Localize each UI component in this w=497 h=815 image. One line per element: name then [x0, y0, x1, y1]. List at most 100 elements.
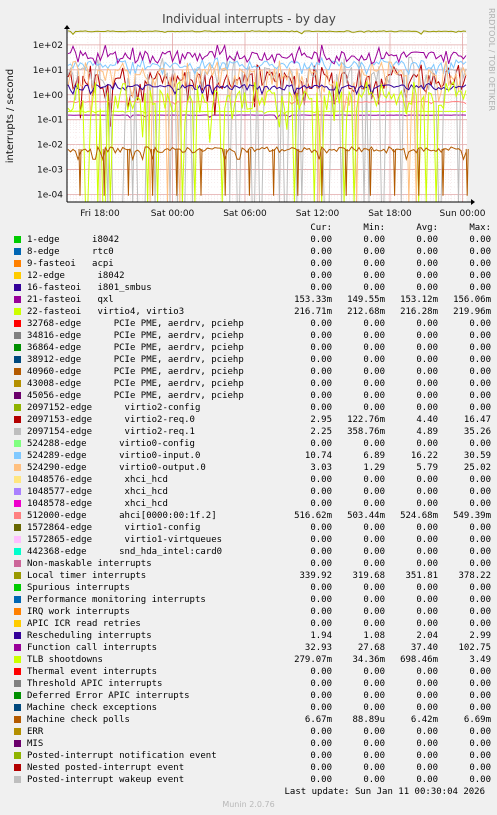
value-min: 0.00	[363, 331, 385, 341]
legend-swatch	[14, 392, 21, 399]
value-avg: 0.00	[416, 619, 438, 629]
legend-table: Cur: Min: Avg: Max: 1-edge i8042 0.00 0.00…	[12, 222, 492, 786]
value-min: 0.00	[363, 667, 385, 677]
value-min: 1.08	[363, 631, 385, 641]
value-max: 0.00	[469, 379, 491, 389]
value-avg: 0.00	[416, 559, 438, 569]
legend-row: 1572865-edge virtio1-virtqueues 0.00 0.00 0…	[12, 534, 492, 546]
value-min: 0.00	[363, 403, 385, 413]
value-cur: 0.00	[310, 367, 332, 377]
legend-row: 9-fasteoi acpi 0.00 0.00 0.00 0.00	[12, 258, 492, 270]
value-cur: 0.00	[310, 235, 332, 245]
value-avg: 0.00	[416, 439, 438, 449]
legend-label: Thermal event interrupts	[27, 667, 158, 677]
legend-swatch	[14, 404, 21, 411]
legend-swatch	[14, 356, 21, 363]
value-cur: 0.00	[310, 403, 332, 413]
legend-row: Function call interrupts 32.93 27.68 37.40 1…	[12, 642, 492, 654]
value-avg: 16.22	[410, 451, 438, 461]
value-max: 0.00	[469, 283, 491, 293]
value-max: 30.59	[463, 451, 491, 461]
legend-label: 9-fasteoi acpi	[27, 259, 114, 269]
legend-row: 43008-edge PCIe PME, aerdrv, pciehp 0.00 0…	[12, 378, 492, 390]
legend-row: 38912-edge PCIe PME, aerdrv, pciehp 0.00 0…	[12, 354, 492, 366]
value-cur: 0.00	[310, 331, 332, 341]
value-min: 0.00	[363, 739, 385, 749]
value-avg: 0.00	[416, 595, 438, 605]
legend-row: Nested posted-interrupt event 0.00 0.00 0.0…	[12, 762, 492, 774]
legend-row: Performance monitoring interrupts 0.00 0.0…	[12, 594, 492, 606]
value-cur: 0.00	[310, 283, 332, 293]
legend-label: MIS	[27, 739, 44, 749]
value-cur: 0.00	[310, 703, 332, 713]
value-cur: 0.00	[310, 499, 332, 509]
value-max: 25.02	[463, 463, 491, 473]
legend-row: Rescheduling interrupts 1.94 1.08 2.04 2.99	[12, 630, 492, 642]
value-min: 503.44m	[347, 511, 385, 521]
value-max: 0.00	[469, 343, 491, 353]
value-max: 0.00	[469, 535, 491, 545]
value-cur: 0.00	[310, 751, 332, 761]
value-min: 0.00	[363, 607, 385, 617]
value-avg: 0.00	[416, 727, 438, 737]
legend-swatch	[14, 428, 21, 435]
legend-label: 1048577-edge xhci_hcd	[27, 487, 168, 497]
value-max: 549.39m	[453, 511, 491, 521]
value-min: 0.00	[363, 475, 385, 485]
value-min: 0.00	[363, 583, 385, 593]
legend-swatch	[14, 728, 21, 735]
value-avg: 4.40	[416, 415, 438, 425]
value-min: 0.00	[363, 751, 385, 761]
legend-swatch	[14, 236, 21, 243]
legend-swatch	[14, 656, 21, 663]
legend-swatch	[14, 632, 21, 639]
value-avg: 0.00	[416, 283, 438, 293]
value-max: 0.00	[469, 271, 491, 281]
y-tick-label: 1e+02	[33, 41, 63, 51]
value-min: 0.00	[363, 379, 385, 389]
legend-label: 12-edge i8042	[27, 271, 125, 281]
x-tick-label: Sat 00:00	[151, 209, 195, 219]
legend-swatch	[14, 584, 21, 591]
value-min: 0.00	[363, 763, 385, 773]
legend-swatch	[14, 764, 21, 771]
legend-swatch	[14, 344, 21, 351]
legend-row: 524289-edge virtio0-input.0 10.74 6.89 16.2…	[12, 450, 492, 462]
legend-row: ERR 0.00 0.00 0.00 0.00	[12, 726, 492, 738]
legend-label: 36864-edge PCIe PME, aerdrv, pciehp	[27, 343, 244, 353]
value-min: 122.76m	[347, 415, 385, 425]
y-tick-label: 1e-04	[37, 190, 63, 200]
value-max: 0.00	[469, 487, 491, 497]
value-min: 0.00	[363, 619, 385, 629]
legend-row: Machine check polls 6.67m 88.89u 6.42m 6.69m	[12, 714, 492, 726]
legend-row: 40960-edge PCIe PME, aerdrv, pciehp 0.00 0…	[12, 366, 492, 378]
value-cur: 0.00	[310, 583, 332, 593]
value-cur: 0.00	[310, 547, 332, 557]
value-avg: 216.28m	[400, 307, 438, 317]
legend-swatch	[14, 488, 21, 495]
legend-swatch	[14, 548, 21, 555]
value-max: 0.00	[469, 679, 491, 689]
value-avg: 0.00	[416, 667, 438, 677]
legend-label: 524288-edge virtio0-config	[27, 439, 195, 449]
value-max: 0.00	[469, 751, 491, 761]
legend-swatch	[14, 380, 21, 387]
value-cur: 0.00	[310, 535, 332, 545]
value-cur: 32.93	[304, 643, 332, 653]
legend-swatch	[14, 320, 21, 327]
value-avg: 524.68m	[400, 511, 438, 521]
col-cur: Cur:	[310, 223, 332, 233]
y-tick-label: 1e-01	[37, 116, 63, 126]
y-tick-label: 1e-02	[37, 141, 63, 151]
value-max: 0.00	[469, 727, 491, 737]
legend-label: 2097154-edge virtio2-req.1	[27, 427, 195, 437]
value-max: 6.69m	[463, 715, 491, 725]
legend-row: 2097153-edge virtio2-req.0 2.95 122.76m 4.4…	[12, 414, 492, 426]
legend-label: Non-maskable interrupts	[27, 559, 152, 569]
legend-swatch	[14, 524, 21, 531]
value-min: 27.68	[357, 643, 385, 653]
legend-row: MIS 0.00 0.00 0.00 0.00	[12, 738, 492, 750]
value-cur: 216.71m	[294, 307, 332, 317]
value-max: 0.00	[469, 475, 491, 485]
value-min: 0.00	[363, 523, 385, 533]
